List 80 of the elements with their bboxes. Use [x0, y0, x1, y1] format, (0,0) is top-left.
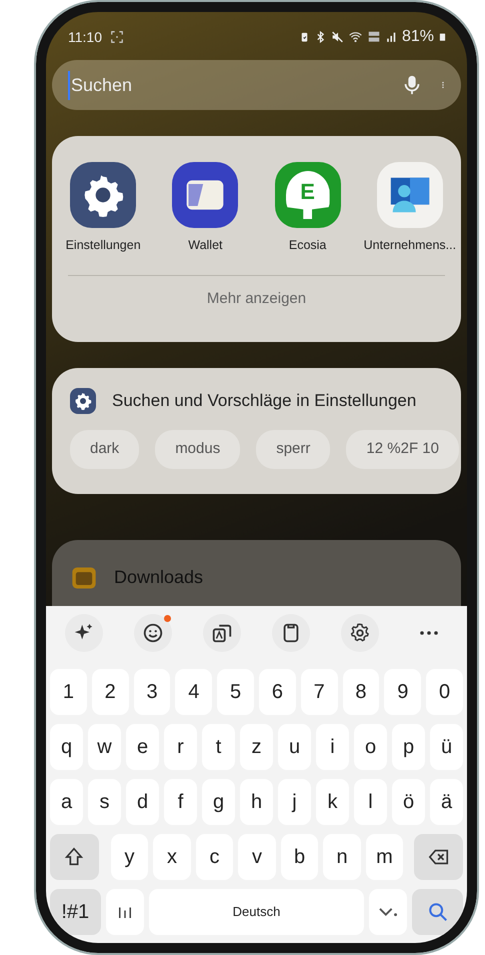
- mute-icon: [330, 30, 344, 44]
- tree-icon: E: [286, 171, 330, 219]
- search-icon: [426, 901, 449, 923]
- search-key[interactable]: [412, 889, 463, 935]
- key[interactable]: 9: [384, 669, 422, 715]
- screenshot-icon: [110, 30, 124, 44]
- app-tile[interactable]: Einstellungen: [52, 162, 154, 255]
- suggestion-chip[interactable]: sperr: [256, 430, 330, 468]
- settings-icon: [348, 622, 371, 644]
- key[interactable]: 3: [134, 669, 170, 715]
- suggestion-chip[interactable]: 12 %2F 10: [346, 430, 459, 468]
- battery-percentage: 81%: [402, 27, 434, 47]
- suggestion-chip[interactable]: modus: [155, 430, 240, 468]
- key[interactable]: b: [280, 834, 318, 880]
- toolbar-button[interactable]: [272, 614, 310, 652]
- suggestion-chip[interactable]: dark: [70, 430, 140, 468]
- more-icon: [418, 630, 439, 636]
- key[interactable]: r: [164, 724, 197, 770]
- key[interactable]: u: [278, 724, 311, 770]
- key[interactable]: 8: [342, 669, 380, 715]
- key[interactable]: w: [88, 724, 121, 770]
- key[interactable]: 4: [175, 669, 212, 715]
- key[interactable]: q: [50, 724, 83, 770]
- toolbar-button[interactable]: [340, 614, 379, 652]
- toolbar-button[interactable]: [134, 614, 172, 652]
- gear-icon: [70, 388, 96, 414]
- toolbar-button[interactable]: [203, 614, 242, 652]
- chevron-icon: [378, 907, 397, 917]
- key[interactable]: d: [126, 779, 159, 825]
- key[interactable]: e: [126, 724, 159, 770]
- shift-key[interactable]: [50, 834, 99, 880]
- key[interactable]: p: [392, 724, 425, 770]
- key[interactable]: 6: [259, 669, 296, 715]
- downloads-title: Downloads: [114, 566, 204, 589]
- key[interactable]: s: [88, 779, 121, 825]
- translate-icon: [211, 622, 234, 644]
- app-tile[interactable]: Wallet: [154, 162, 256, 255]
- key[interactable]: ü: [430, 724, 463, 770]
- key[interactable]: 2: [92, 669, 129, 715]
- search-field[interactable]: Suchen: [68, 70, 385, 100]
- more-button[interactable]: Mehr anzeigen: [68, 274, 445, 322]
- key[interactable]: g: [202, 779, 235, 825]
- suggestions-title: Suchen und Vorschläge in Einstellungen: [112, 390, 416, 412]
- symbols-key[interactable]: !#1: [50, 889, 101, 935]
- key[interactable]: l: [354, 779, 387, 825]
- key[interactable]: 5: [217, 669, 254, 715]
- punctuation-key[interactable]: [368, 889, 408, 935]
- key[interactable]: n: [323, 834, 361, 880]
- key[interactable]: j: [278, 779, 311, 825]
- key[interactable]: ö: [392, 779, 425, 825]
- status-time: 11:10: [68, 28, 102, 46]
- shift-icon: [63, 846, 86, 868]
- toolbar-button[interactable]: [65, 614, 104, 652]
- signal-icon: [384, 30, 398, 44]
- key[interactable]: a: [50, 779, 83, 825]
- key[interactable]: m: [366, 834, 404, 880]
- key[interactable]: v: [238, 834, 276, 880]
- search-bar[interactable]: Suchen: [52, 60, 461, 110]
- emoji-icon: [142, 622, 164, 644]
- key[interactable]: 7: [300, 669, 338, 715]
- key[interactable]: o: [354, 724, 387, 770]
- key[interactable]: t: [202, 724, 235, 770]
- wifi-icon: [348, 30, 363, 44]
- space-key[interactable]: Deutsch: [149, 889, 364, 935]
- key[interactable]: x: [153, 834, 191, 880]
- app-tile[interactable]: E Ecosia: [256, 162, 359, 255]
- app-tile[interactable]: Unternehmens...: [358, 162, 461, 255]
- handwriting-key[interactable]: [106, 889, 144, 935]
- notification-dot: [164, 615, 172, 622]
- backspace-key[interactable]: [414, 834, 463, 880]
- key[interactable]: 0: [426, 669, 463, 715]
- key[interactable]: ä: [430, 779, 463, 825]
- key[interactable]: 1: [50, 669, 87, 715]
- key[interactable]: z: [240, 724, 273, 770]
- key[interactable]: f: [164, 779, 197, 825]
- key[interactable]: y: [110, 834, 148, 880]
- key[interactable]: i: [316, 724, 349, 770]
- key[interactable]: k: [316, 779, 349, 825]
- key[interactable]: h: [240, 779, 273, 825]
- key[interactable]: c: [196, 834, 234, 880]
